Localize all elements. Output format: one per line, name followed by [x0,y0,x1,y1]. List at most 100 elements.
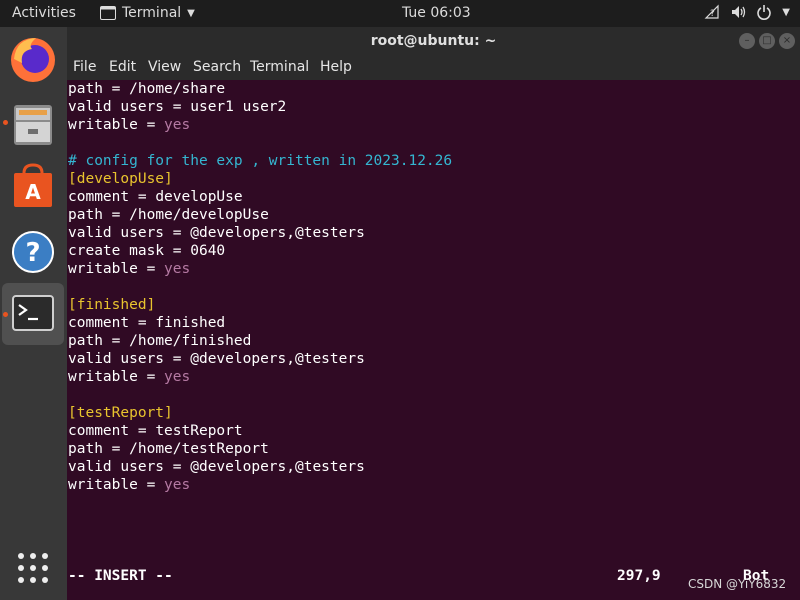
config-value: 0640 [190,243,226,259]
dock-help[interactable]: ? [2,221,64,283]
config-operator: = [164,351,191,367]
config-key: comment [68,423,130,439]
system-tray[interactable]: ? ▼ [704,4,790,20]
config-value: @developers,@testers [190,459,365,475]
menu-terminal[interactable]: Terminal [250,59,309,75]
config-key: create mask [68,243,165,259]
config-key: valid users [68,459,165,475]
config-value: /home/developUse [129,207,269,223]
activities-button[interactable]: Activities [12,5,76,21]
config-value: user1 user2 [190,99,287,115]
config-value: /home/share [129,81,226,97]
config-key: path [68,441,103,457]
dock-software[interactable]: A [2,157,64,219]
svg-text:?: ? [25,238,40,268]
files-icon [14,105,52,145]
terminal-line: [testReport] [68,404,173,422]
config-key: valid users [68,351,165,367]
terminal-line: [developUse] [68,170,173,188]
svg-text:A: A [25,180,41,204]
config-key: path [68,207,103,223]
config-value: yes [164,477,191,493]
config-key: writable [68,369,138,385]
cursor-position: 297,9 [617,568,661,584]
config-operator: = [129,423,156,439]
config-value: developUse [155,189,243,205]
dock-files[interactable] [2,94,64,156]
config-value: finished [155,315,226,331]
config-section-header: [finished] [68,297,156,313]
config-value: @developers,@testers [190,351,365,367]
power-icon[interactable] [756,4,772,20]
terminal-line: path = /home/testReport [68,440,269,458]
terminal-line: valid users = user1 user2 [68,98,286,116]
config-value: yes [164,117,191,133]
config-operator: = [137,261,165,277]
config-operator: = [102,207,130,223]
terminal-icon [12,295,54,331]
config-value: /home/finished [129,333,252,349]
maximize-button[interactable]: □ [759,33,775,49]
config-value: @developers,@testers [190,225,365,241]
config-key: valid users [68,225,165,241]
terminal-line: comment = developUse [68,188,243,206]
software-icon: A [14,163,52,207]
terminal-small-icon [100,6,116,20]
clock[interactable]: Tue 06:03 [402,5,471,21]
config-operator: = [164,459,191,475]
window-titlebar[interactable]: root@ubuntu: ~ – □ × [67,27,800,56]
terminal-line: # config for the exp , written in 2023.1… [68,152,452,170]
watermark: CSDN @YiY6832 [688,577,787,591]
dock-firefox[interactable] [2,29,64,91]
menu-edit[interactable]: Edit [109,59,136,75]
menu-view[interactable]: View [148,59,181,75]
config-key: comment [68,315,130,331]
dock: A ? [0,27,67,600]
menu-help[interactable]: Help [320,59,352,75]
menu-bar: File Edit View Search Terminal Help [67,56,800,80]
menu-file[interactable]: File [73,59,96,75]
terminal-area[interactable]: path = /home/share valid users = user1 us… [67,80,800,600]
config-key: path [68,333,103,349]
app-menu[interactable]: Terminal ▼ [100,5,195,21]
terminal-line: writable = yes [68,116,190,134]
firefox-icon [11,38,55,82]
terminal-line: path = /home/finished [68,332,251,350]
dock-terminal[interactable] [2,283,64,345]
terminal-line: valid users = @developers,@testers [68,224,365,242]
config-operator: = [164,99,191,115]
minimize-button[interactable]: – [739,33,755,49]
config-operator: = [102,333,130,349]
volume-icon[interactable] [730,4,746,20]
terminal-line: valid users = @developers,@testers [68,458,365,476]
menu-search[interactable]: Search [193,59,241,75]
app-grid-icon [18,553,48,583]
close-button[interactable]: × [779,33,795,49]
config-key: writable [68,117,138,133]
config-operator: = [137,117,165,133]
window-title: root@ubuntu: ~ [370,33,497,49]
config-value: yes [164,369,191,385]
chevron-down-icon: ▼ [782,6,790,18]
config-key: path [68,81,103,97]
config-operator: = [164,225,191,241]
terminal-line: writable = yes [68,260,190,278]
terminal-line: comment = testReport [68,422,243,440]
network-icon[interactable]: ? [704,4,720,20]
config-operator: = [164,243,191,259]
vim-mode-indicator: -- INSERT -- [68,568,173,584]
terminal-line: valid users = @developers,@testers [68,350,365,368]
config-key: comment [68,189,130,205]
terminal-line: writable = yes [68,368,190,386]
show-applications-button[interactable] [17,552,49,588]
help-icon: ? [12,231,54,273]
config-operator: = [129,315,156,331]
terminal-line: path = /home/share [68,80,225,98]
terminal-line: create mask = 0640 [68,242,225,260]
config-key: valid users [68,99,165,115]
config-key: writable [68,477,138,493]
config-operator: = [102,81,130,97]
config-operator: = [102,441,130,457]
app-menu-label: Terminal [122,5,182,21]
config-comment: # config for the exp , written in 2023.1… [68,153,453,169]
